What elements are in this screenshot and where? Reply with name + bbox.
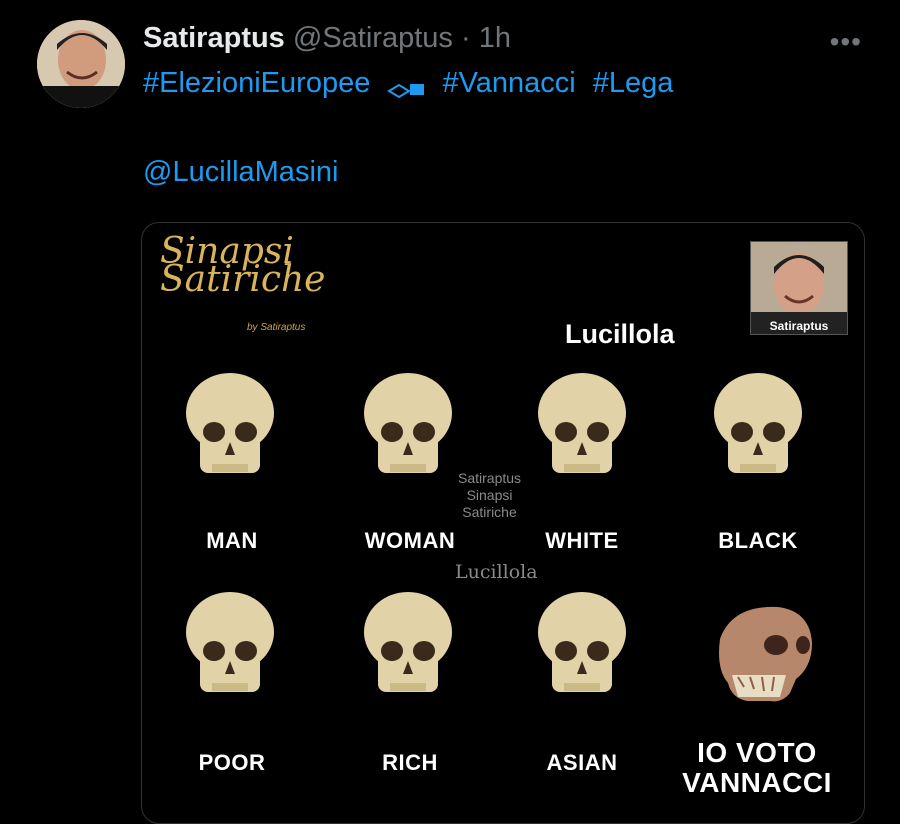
skull-icon (714, 373, 802, 473)
sinapsi-satiriche-logo: Sinapsi Satiriche (160, 234, 326, 300)
corner-caption: Satiraptus (769, 319, 829, 333)
skull-icon (186, 373, 274, 473)
more-options-icon[interactable]: ••• (830, 26, 862, 58)
hashtag-vannacci[interactable]: #Vannacci (442, 67, 575, 99)
label-black: BLACK (718, 528, 798, 553)
hashtag-elezioni-europee[interactable]: #ElezioniEuropee (143, 67, 370, 99)
author-avatar[interactable] (37, 20, 125, 108)
skull-icon (538, 592, 626, 692)
label-asian: ASIAN (546, 750, 618, 775)
logo-byline: by Satiraptus (247, 322, 306, 333)
tweet-image-card[interactable]: Sinapsi Satiriche by Satiraptus Satirapt… (141, 222, 865, 824)
watermark-line-1: Satiraptus (458, 470, 522, 486)
ballot-box-icon (387, 74, 425, 99)
corner-avatar: Satiraptus (750, 241, 848, 335)
image-header-name: Lucillola (565, 319, 675, 349)
tweet-header: Satiraptus @Satiraptus · 1h (143, 22, 511, 55)
hashtag-lega[interactable]: #Lega (593, 67, 674, 99)
label-io-voto-vannacci: IO VOTO VANNACCI (682, 737, 832, 798)
watermark-text: Satiraptus Sinapsi Satiriche (458, 470, 521, 521)
hashtag-line: #ElezioniEuropee #Vannacci #Lega (143, 67, 682, 100)
label-woman: WOMAN (364, 528, 456, 553)
label-white: WHITE (545, 528, 619, 553)
watermark-name: Lucillola (455, 561, 538, 583)
label-rich: RICH (382, 750, 438, 775)
primitive-skull-icon (719, 606, 812, 702)
mention-link[interactable]: @LucillaMasini (143, 156, 338, 189)
tweet-time[interactable]: 1h (479, 22, 511, 54)
logo-line-2: Satiriche (160, 259, 326, 300)
skull-icon (364, 592, 452, 692)
watermark-line-3: Satiriche (462, 504, 517, 520)
separator: · (460, 22, 471, 54)
author-name[interactable]: Satiraptus (143, 22, 285, 54)
author-handle[interactable]: @Satiraptus (293, 22, 453, 54)
skull-icon (364, 373, 452, 473)
watermark-line-2: Sinapsi (466, 487, 513, 503)
skull-icon (186, 592, 274, 692)
skull-icon (538, 373, 626, 473)
label-man: MAN (206, 528, 258, 553)
label-poor: POOR (198, 750, 266, 775)
